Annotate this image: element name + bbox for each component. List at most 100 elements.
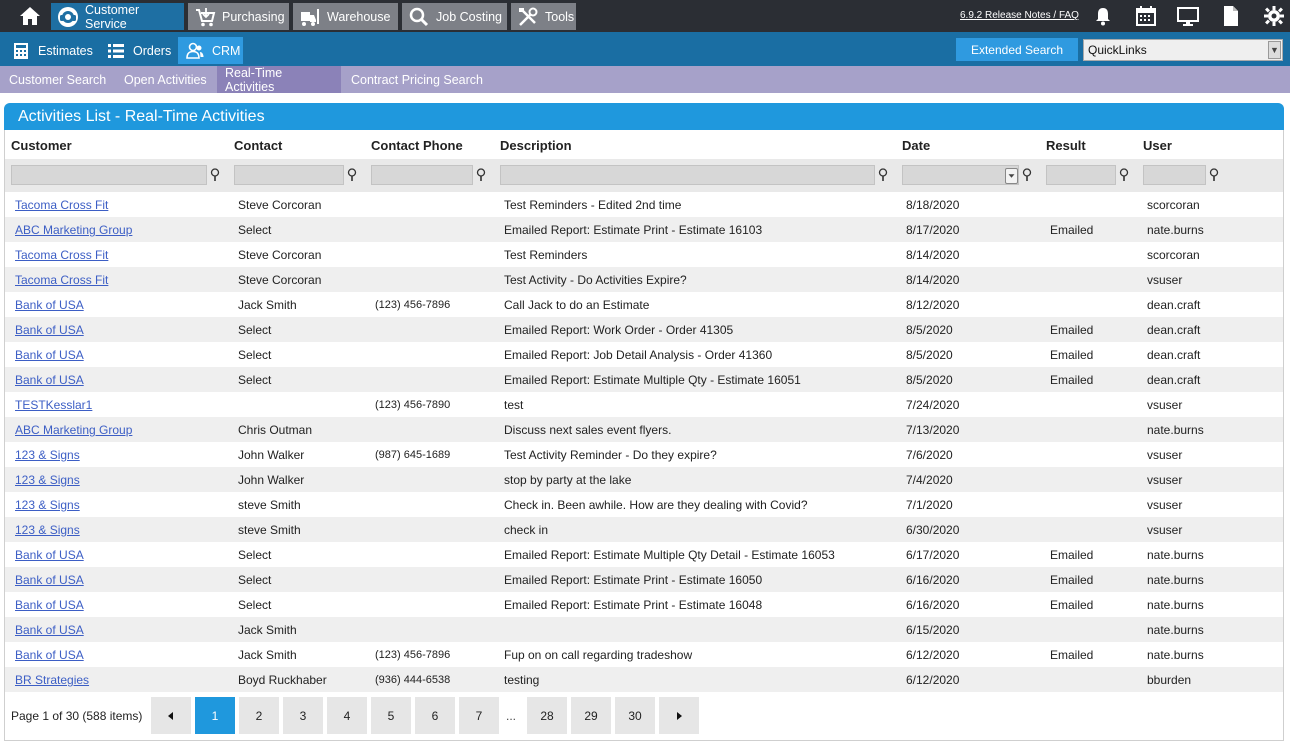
tab-job-costing[interactable]: Job Costing (402, 3, 507, 30)
gear-icon[interactable] (1263, 5, 1285, 27)
column-header-result[interactable]: Result (1046, 138, 1086, 153)
customer-link[interactable]: BR Strategies (15, 673, 89, 687)
customer-link[interactable]: 123 & Signs (15, 448, 80, 462)
page-button-2[interactable]: 2 (239, 697, 279, 734)
tab-open-activities[interactable]: Open Activities (116, 66, 215, 93)
customer-link[interactable]: 123 & Signs (15, 498, 80, 512)
table-row[interactable]: Bank of USA Jack Smith (123) 456-7896 Call … (5, 292, 1283, 317)
page-button-5[interactable]: 5 (371, 697, 411, 734)
quicklinks-select[interactable]: QuickLinks ▼ (1083, 39, 1283, 61)
tab-crm[interactable]: CRM (178, 37, 243, 64)
table-row[interactable]: Bank of USA Select Emailed Report: Estimat… (5, 567, 1283, 592)
column-header-date[interactable]: Date (902, 138, 930, 153)
table-row[interactable]: Bank of USA Jack Smith 6/15/2020 nate.burns (5, 617, 1283, 642)
customer-link[interactable]: Tacoma Cross Fit (15, 198, 108, 212)
filter-icon[interactable] (1208, 168, 1220, 182)
tab-purchasing[interactable]: Purchasing (188, 3, 289, 30)
customer-link[interactable]: ABC Marketing Group (15, 223, 132, 237)
table-row[interactable]: Bank of USA Jack Smith (123) 456-7896 Fup o… (5, 642, 1283, 667)
table-row[interactable]: Bank of USA Select Emailed Report: Estimat… (5, 592, 1283, 617)
home-icon[interactable] (18, 5, 42, 27)
prev-page-button[interactable] (151, 697, 191, 734)
table-row[interactable]: 123 & Signs John Walker (987) 645-1689 Test… (5, 442, 1283, 467)
page-button-29[interactable]: 29 (571, 697, 611, 734)
tab-customer-search[interactable]: Customer Search (1, 66, 114, 93)
filter-icon[interactable] (346, 168, 358, 182)
tab-estimates[interactable]: Estimates (4, 37, 100, 64)
description-filter-input[interactable] (500, 165, 875, 185)
result-filter-input[interactable] (1046, 165, 1116, 185)
chevron-down-icon[interactable] (1005, 168, 1018, 184)
customer-link[interactable]: Bank of USA (15, 348, 84, 362)
column-header-user[interactable]: User (1143, 138, 1172, 153)
tab-customer-service[interactable]: Customer Service (51, 3, 184, 31)
next-page-button[interactable] (659, 697, 699, 734)
tab-label: Job Costing (436, 9, 503, 24)
filter-icon[interactable] (877, 168, 889, 182)
page-button-30[interactable]: 30 (615, 697, 655, 734)
tab-orders[interactable]: Orders (99, 37, 179, 64)
page-button-4[interactable]: 4 (327, 697, 367, 734)
tab-contract-pricing-search[interactable]: Contract Pricing Search (343, 66, 491, 93)
customer-link[interactable]: Bank of USA (15, 373, 84, 387)
date-filter-input[interactable] (902, 165, 1019, 185)
tab-tools[interactable]: Tools (511, 3, 576, 30)
page-button-3[interactable]: 3 (283, 697, 323, 734)
table-row[interactable]: Bank of USA Select Emailed Report: Estimat… (5, 367, 1283, 392)
table-row[interactable]: 123 & Signs John Walker stop by party at t… (5, 467, 1283, 492)
customer-link[interactable]: Bank of USA (15, 548, 84, 562)
table-row[interactable]: Bank of USA Select Emailed Report: Work Or… (5, 317, 1283, 342)
table-row[interactable]: ABC Marketing Group Chris Outman Discuss n… (5, 417, 1283, 442)
customer-link[interactable]: ABC Marketing Group (15, 423, 132, 437)
bell-icon[interactable] (1092, 5, 1114, 27)
contact-cell: Boyd Ruckhaber (238, 673, 327, 687)
filter-icon[interactable] (1021, 168, 1033, 182)
customer-link[interactable]: Bank of USA (15, 648, 84, 662)
table-row[interactable]: Bank of USA Select Emailed Report: Estimat… (5, 542, 1283, 567)
customer-link[interactable]: TESTKesslar1 (15, 398, 92, 412)
date-cell: 8/14/2020 (906, 273, 960, 287)
customer-link[interactable]: Tacoma Cross Fit (15, 248, 108, 262)
customer-filter-input[interactable] (11, 165, 207, 185)
table-row[interactable]: BR Strategies Boyd Ruckhaber (936) 444-653… (5, 667, 1283, 692)
release-notes-link[interactable]: 6.9.2 Release Notes / FAQ (960, 10, 1079, 21)
calendar-icon[interactable] (1135, 5, 1157, 27)
column-header-contact-phone[interactable]: Contact Phone (371, 138, 463, 153)
description-cell: Test Activity Reminder - Do they expire? (504, 448, 717, 462)
tab-warehouse[interactable]: Warehouse (293, 3, 398, 30)
table-row[interactable]: TESTKesslar1 (123) 456-7890 test 7/24/2020 v… (5, 392, 1283, 417)
table-row[interactable]: 123 & Signs steve Smith check in 6/30/2020 v… (5, 517, 1283, 542)
contact-phone-filter-input[interactable] (371, 165, 473, 185)
customer-link[interactable]: 123 & Signs (15, 473, 80, 487)
document-icon[interactable] (1220, 5, 1242, 27)
customer-link[interactable]: Tacoma Cross Fit (15, 273, 108, 287)
page-button-7[interactable]: 7 (459, 697, 499, 734)
filter-icon[interactable] (475, 168, 487, 182)
table-row[interactable]: Tacoma Cross Fit Steve Corcoran Test Activ… (5, 267, 1283, 292)
table-row[interactable]: Tacoma Cross Fit Steve Corcoran Test Remin… (5, 242, 1283, 267)
customer-link[interactable]: Bank of USA (15, 598, 84, 612)
table-row[interactable]: 123 & Signs steve Smith Check in. Been awh… (5, 492, 1283, 517)
column-header-contact[interactable]: Contact (234, 138, 282, 153)
tab-real-time-activities[interactable]: Real-Time Activities (217, 66, 341, 94)
filter-icon[interactable] (209, 168, 221, 182)
chevron-down-icon[interactable]: ▼ (1268, 41, 1281, 59)
monitor-icon[interactable] (1177, 5, 1199, 27)
table-row[interactable]: Bank of USA Select Emailed Report: Job Det… (5, 342, 1283, 367)
user-filter-input[interactable] (1143, 165, 1206, 185)
table-row[interactable]: Tacoma Cross Fit Steve Corcoran Test Remin… (5, 192, 1283, 217)
customer-link[interactable]: Bank of USA (15, 298, 84, 312)
table-row[interactable]: ABC Marketing Group Select Emailed Report:… (5, 217, 1283, 242)
column-header-customer[interactable]: Customer (11, 138, 72, 153)
page-button-6[interactable]: 6 (415, 697, 455, 734)
page-button-28[interactable]: 28 (527, 697, 567, 734)
extended-search-button[interactable]: Extended Search (956, 38, 1078, 61)
filter-icon[interactable] (1118, 168, 1130, 182)
customer-link[interactable]: 123 & Signs (15, 523, 80, 537)
contact-filter-input[interactable] (234, 165, 344, 185)
page-button-1[interactable]: 1 (195, 697, 235, 734)
column-header-description[interactable]: Description (500, 138, 572, 153)
customer-link[interactable]: Bank of USA (15, 323, 84, 337)
customer-link[interactable]: Bank of USA (15, 573, 84, 587)
customer-link[interactable]: Bank of USA (15, 623, 84, 637)
